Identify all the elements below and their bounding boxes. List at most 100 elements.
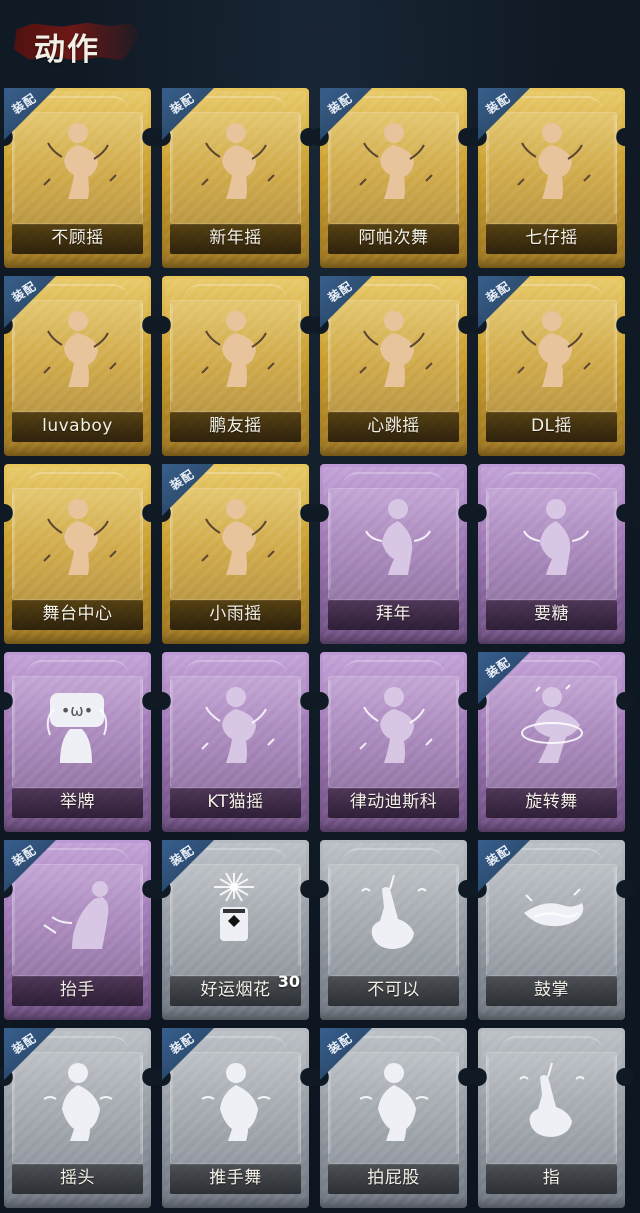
head-shake-icon-art [42,1063,113,1141]
emote-card[interactable]: 装配 摇头 [0,1028,160,1208]
dance-pose-icon-art [200,499,275,575]
emote-name: luvaboy [42,416,113,436]
emote-card[interactable]: •ω• 举牌 [0,652,160,832]
equipped-badge-text: 装配 [167,1030,197,1057]
emote-card[interactable]: 装配 心跳摇 [311,276,476,456]
emote-card[interactable]: 装配 鼓掌 [469,840,634,1020]
firework-can-art [213,872,254,941]
card-bottom-curl [4,820,151,832]
equipped-badge-text: 装配 [483,842,513,869]
emote-name: 阿帕次舞 [358,228,429,248]
equipped-badge-text: 装配 [9,1030,39,1057]
emote-card[interactable]: 指 [469,1028,634,1208]
spin-pose-icon [478,672,625,782]
card-bottom-curl [162,1196,309,1208]
emote-card[interactable]: 装配 luvaboy [0,276,160,456]
card-bottom-curl [162,632,309,644]
equipped-badge-text: 装配 [167,90,197,117]
section-title: 动作 [34,32,100,68]
dance-pose-icon [4,484,151,594]
equipped-badge: 装配 [478,652,526,686]
emote-collection-page: 动作 装配 不顾摇 装配 新年摇 装配 阿帕次舞 装配 七仔摇 装配 luvab… [0,0,640,1213]
emote-name: 摇头 [60,1168,95,1188]
head-shake-icon [4,1048,151,1158]
card-bottom-curl [478,444,625,456]
dance-pose-icon [320,672,467,782]
dance-pose-icon-art [358,311,433,387]
equipped-badge-text: 装配 [483,654,513,681]
dance-pose-icon [162,672,309,782]
emote-card[interactable]: 装配 旋转舞 [469,652,634,832]
emote-name: KT猫摇 [207,792,264,812]
emote-name: 推手舞 [209,1168,262,1188]
emote-card[interactable]: 律动迪斯科 [311,652,476,832]
dance-pose-icon-art [358,687,433,763]
card-bottom-curl [162,820,309,832]
emote-card[interactable]: 装配 小雨摇 [153,464,318,644]
card-bottom-curl [4,632,151,644]
greeting-pose-icon [320,484,467,594]
emote-card[interactable]: 不可以 [311,840,476,1020]
card-bottom-curl [320,820,467,832]
greeting-pose-art [522,499,589,575]
equipped-badge: 装配 [320,276,368,310]
butt-slap-icon-art [358,1063,429,1141]
emote-card[interactable]: 要糖 [469,464,634,644]
svg-text:•ω•: •ω• [60,701,92,720]
emote-card[interactable]: 装配 推手舞 [153,1028,318,1208]
emote-name: 不顾摇 [51,228,104,248]
emote-card[interactable]: 拜年 [311,464,476,644]
dance-pose-icon [478,296,625,406]
equipped-badge-text: 装配 [325,278,355,305]
emote-card[interactable]: 装配 30 好运烟花 [153,840,318,1020]
emote-card[interactable]: 舞台中心 [0,464,160,644]
card-bottom-curl [478,1196,625,1208]
raise-hand-icon [4,860,151,970]
card-bottom-curl [320,632,467,644]
emote-card[interactable]: 装配 拍屁股 [311,1028,476,1208]
equipped-badge: 装配 [162,88,210,122]
spin-pose-art [520,684,583,763]
emote-name: 要糖 [534,604,569,624]
butt-slap-icon [320,1048,467,1158]
emote-card[interactable]: 装配 DL摇 [469,276,634,456]
equipped-badge-text: 装配 [325,1030,355,1057]
emote-name: 抬手 [60,980,95,1000]
emote-name: 举牌 [60,792,95,812]
emote-name: 心跳摇 [367,416,420,436]
emote-card[interactable]: 装配 抬手 [0,840,160,1020]
equipped-badge-text: 装配 [167,466,197,493]
emote-card[interactable]: 装配 不顾摇 [0,88,160,268]
dance-pose-icon [4,296,151,406]
equipped-badge: 装配 [162,840,210,874]
emote-name: 好运烟花 [200,980,271,1000]
dance-pose-icon [320,296,467,406]
dance-pose-icon [162,484,309,594]
emote-card[interactable]: 装配 阿帕次舞 [311,88,476,268]
dance-pose-icon [320,108,467,218]
card-bottom-curl [478,1008,625,1020]
card-bottom-curl [4,256,151,268]
card-bottom-curl [478,632,625,644]
card-bottom-curl [320,1008,467,1020]
emote-name: 七仔摇 [525,228,578,248]
emote-name: 鼓掌 [534,980,569,1000]
card-bottom-curl [320,1196,467,1208]
emote-card[interactable]: 装配 七仔摇 [469,88,634,268]
equipped-badge-text: 装配 [483,90,513,117]
card-bottom-curl [162,1008,309,1020]
emote-name: 旋转舞 [525,792,578,812]
emote-card[interactable]: 鹏友摇 [153,276,318,456]
card-bottom-curl [4,444,151,456]
emote-card[interactable]: 装配 新年摇 [153,88,318,268]
equipped-badge-text: 装配 [9,278,39,305]
equipped-badge: 装配 [320,1028,368,1062]
card-bottom-curl [162,444,309,456]
dance-pose-icon [4,108,151,218]
emote-card[interactable]: KT猫摇 [153,652,318,832]
emote-name: 鹏友摇 [209,416,262,436]
equipped-badge-text: 装配 [325,90,355,117]
push-hands-icon-art [200,1063,271,1141]
equipped-badge: 装配 [320,88,368,122]
equipped-badge: 装配 [162,1028,210,1062]
